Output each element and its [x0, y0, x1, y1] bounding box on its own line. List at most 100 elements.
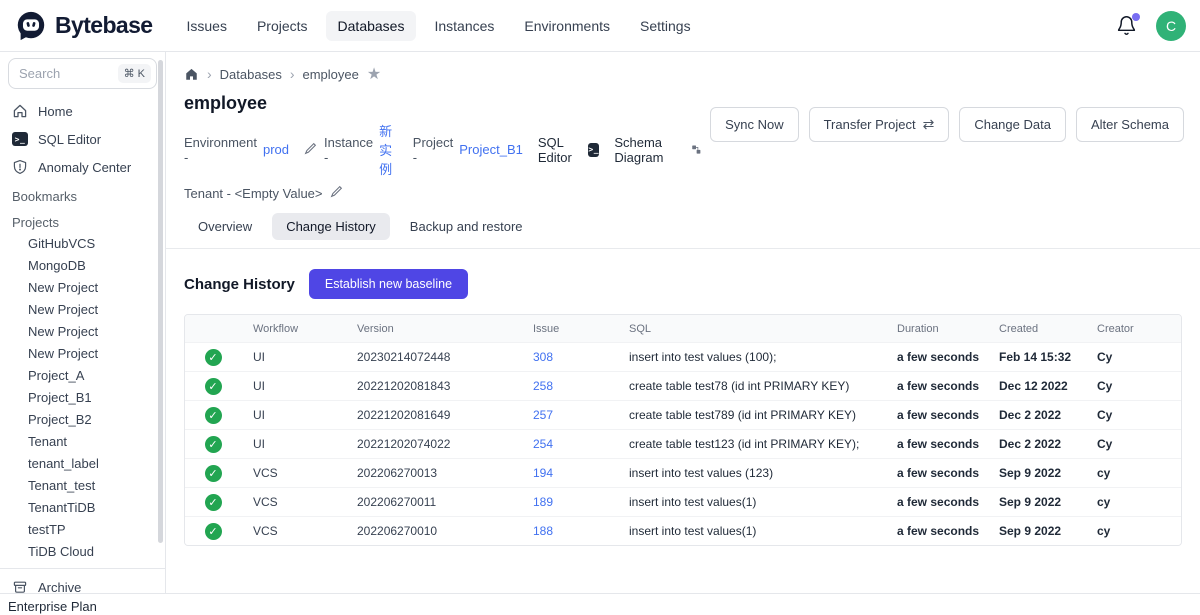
version-cell: 20230214072448: [345, 350, 521, 364]
project-list-item[interactable]: TenantTiDB: [0, 497, 165, 519]
table-body: ✓ UI 20230214072448 308 insert into test…: [185, 342, 1181, 545]
project-list-item[interactable]: Tenant: [0, 431, 165, 453]
project-list-item[interactable]: MongoDB: [0, 255, 165, 277]
issue-link[interactable]: 194: [533, 466, 553, 480]
search-box[interactable]: ⌘ K: [8, 58, 157, 89]
instance-link[interactable]: 新实例: [379, 121, 398, 178]
nav-item-settings[interactable]: Settings: [628, 11, 703, 41]
workflow-cell: UI: [241, 408, 345, 422]
project-list-item[interactable]: New Project: [0, 277, 165, 299]
project-list-item[interactable]: tenant_label: [0, 453, 165, 475]
section-title: Change History: [184, 276, 295, 293]
alter-schema-button[interactable]: Alter Schema: [1076, 107, 1184, 142]
issue-link[interactable]: 257: [533, 408, 553, 422]
project-link[interactable]: Project_B1: [459, 142, 523, 157]
status-cell: ✓: [185, 407, 241, 424]
change-history-table: WorkflowVersionIssueSQLDurationCreatedCr…: [184, 314, 1182, 546]
sql-editor-shortcut[interactable]: SQL Editor >_: [538, 135, 599, 165]
issue-cell: 188: [521, 524, 617, 538]
sync-now-button[interactable]: Sync Now: [710, 107, 799, 142]
project-list-item[interactable]: New Project: [0, 343, 165, 365]
environment-segment: Environment - prod: [184, 135, 289, 165]
sidebar-item-home[interactable]: Home: [0, 97, 165, 125]
workflow-cell: UI: [241, 437, 345, 451]
created-cell: Feb 14 15:32: [987, 350, 1085, 364]
sidebar-item-label: Archive: [38, 580, 81, 594]
project-list-item[interactable]: Project_B1: [0, 387, 165, 409]
project-list-item[interactable]: testTP: [0, 519, 165, 541]
duration-cell: a few seconds: [885, 466, 987, 480]
table-row[interactable]: ✓ UI 20230214072448 308 insert into test…: [185, 342, 1181, 371]
created-cell: Dec 2 2022: [987, 437, 1085, 451]
tab-backup-and-restore[interactable]: Backup and restore: [396, 213, 537, 240]
project-list-item[interactable]: Project_B2: [0, 409, 165, 431]
sidebar-item-sql-editor[interactable]: >_ SQL Editor: [0, 125, 165, 153]
nav-item-issues[interactable]: Issues: [174, 11, 238, 41]
table-row[interactable]: ✓ UI 20221202081649 257 create table tes…: [185, 400, 1181, 429]
edit-pencil-icon[interactable]: [330, 185, 343, 201]
project-list-item[interactable]: GitHubVCS: [0, 233, 165, 255]
issue-link[interactable]: 258: [533, 379, 553, 393]
project-segment: Project - Project_B1: [413, 135, 523, 165]
duration-cell: a few seconds: [885, 495, 987, 509]
issue-link[interactable]: 308: [533, 350, 553, 364]
success-check-icon: ✓: [205, 407, 222, 424]
breadcrumb-home-icon[interactable]: [184, 67, 199, 82]
project-list-item[interactable]: New Project: [0, 299, 165, 321]
table-row[interactable]: ✓ VCS 202206270013 194 insert into test …: [185, 458, 1181, 487]
instance-segment: Instance - 新实例: [324, 121, 398, 178]
table-row[interactable]: ✓ VCS 202206270011 189 insert into test …: [185, 487, 1181, 516]
project-list-item[interactable]: Project_A: [0, 365, 165, 387]
establish-baseline-button[interactable]: Establish new baseline: [309, 269, 468, 299]
engine-pen-icon: [304, 142, 317, 158]
terminal-icon: >_: [12, 132, 28, 146]
nav-item-instances[interactable]: Instances: [422, 11, 506, 41]
bytebase-logo[interactable]: Bytebase: [14, 9, 152, 43]
change-history-header: Change History Establish new baseline: [184, 269, 1184, 299]
status-cell: ✓: [185, 465, 241, 482]
notification-bell-icon[interactable]: [1116, 15, 1138, 37]
creator-cell: Cy: [1085, 437, 1181, 451]
status-cell: ✓: [185, 349, 241, 366]
duration-cell: a few seconds: [885, 408, 987, 422]
brand-name: Bytebase: [55, 12, 152, 39]
sidebar-scrollbar[interactable]: [158, 60, 163, 543]
workflow-cell: UI: [241, 350, 345, 364]
search-input[interactable]: [19, 66, 97, 81]
nav-item-projects[interactable]: Projects: [245, 11, 320, 41]
project-list-item[interactable]: Tenant_test: [0, 475, 165, 497]
table-row[interactable]: ✓ UI 20221202074022 254 create table tes…: [185, 429, 1181, 458]
transfer-project-button[interactable]: Transfer Project ⇄: [809, 107, 950, 142]
table-row[interactable]: ✓ UI 20221202081843 258 create table tes…: [185, 371, 1181, 400]
tab-change-history[interactable]: Change History: [272, 213, 390, 240]
issue-link[interactable]: 188: [533, 524, 553, 538]
environment-link[interactable]: prod: [263, 142, 289, 157]
created-cell: Dec 12 2022: [987, 379, 1085, 393]
tab-overview[interactable]: Overview: [184, 213, 266, 240]
breadcrumb-databases[interactable]: Databases: [220, 67, 282, 82]
version-cell: 202206270013: [345, 466, 521, 480]
version-cell: 20221202074022: [345, 437, 521, 451]
issue-link[interactable]: 254: [533, 437, 553, 451]
sidebar-item-archive[interactable]: Archive: [0, 573, 165, 593]
project-list-item[interactable]: New Project: [0, 321, 165, 343]
chevron-right-icon: ›: [207, 66, 212, 82]
project-list-item[interactable]: TiDB Cloud: [0, 541, 165, 563]
schema-diagram-shortcut[interactable]: Schema Diagram: [614, 135, 702, 165]
user-avatar[interactable]: C: [1156, 11, 1186, 41]
nav-item-environments[interactable]: Environments: [512, 11, 622, 41]
breadcrumb-database-name[interactable]: employee: [303, 67, 359, 82]
change-data-button[interactable]: Change Data: [959, 107, 1066, 142]
nav-item-databases[interactable]: Databases: [326, 11, 417, 41]
favorite-star-icon[interactable]: ★: [367, 64, 381, 84]
chevron-right-icon: ›: [290, 66, 295, 82]
schema-diagram-icon: [691, 142, 702, 157]
workflow-cell: VCS: [241, 524, 345, 538]
version-cell: 202206270011: [345, 495, 521, 509]
transfer-project-label: Transfer Project: [824, 117, 916, 132]
table-row[interactable]: ✓ VCS 202206270010 188 insert into test …: [185, 516, 1181, 545]
issue-link[interactable]: 189: [533, 495, 553, 509]
duration-cell: a few seconds: [885, 524, 987, 538]
project-list: GitHubVCSMongoDBNew ProjectNew ProjectNe…: [0, 233, 165, 563]
sidebar-item-anomaly-center[interactable]: Anomaly Center: [0, 153, 165, 181]
